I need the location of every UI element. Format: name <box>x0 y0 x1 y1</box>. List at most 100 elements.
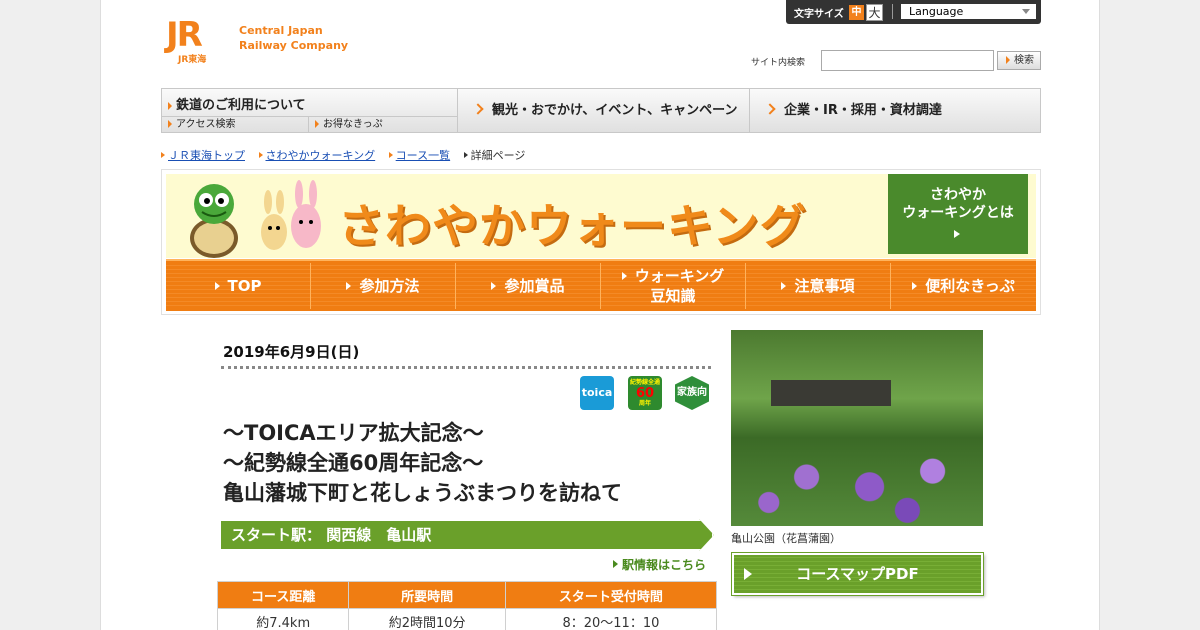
arrow-right-icon <box>315 120 319 128</box>
page: JR JR東海 Central Japan Railway Company 文字… <box>100 0 1100 630</box>
breadcrumb-link[interactable]: さわやかウォーキング <box>266 149 376 162</box>
walking-nav: TOP 参加方法 参加賞品 ウォーキング 豆知識 注意事項 便利なきっぷ <box>166 259 1036 311</box>
arrow-right-icon <box>388 152 393 158</box>
header-course-distance: コース距離 <box>216 581 350 609</box>
nav-rail-label: 鉄道のご利用について <box>176 98 306 113</box>
event-title-line-3: 亀山藩城下町と花しょうぶまつりを訪ねて <box>223 481 622 505</box>
breadcrumb-link[interactable]: コース一覧 <box>396 149 450 162</box>
site-search-label: サイト内検索 <box>751 58 806 68</box>
walking-nav-label-line1: ウォーキング <box>634 267 725 285</box>
mascot-characters-illustration <box>190 180 321 258</box>
dotted-divider <box>221 366 711 369</box>
breadcrumb-item[interactable]: さわやかウォーキング <box>258 149 376 162</box>
site-search-input[interactable] <box>821 50 994 71</box>
walking-nav-label: 便利なきっぷ <box>925 277 1015 295</box>
walking-nav-label: 注意事項 <box>794 277 855 295</box>
badge-60-number: 60 <box>635 386 655 401</box>
breadcrumb: ＪＲ東海トップ さわやかウォーキング コース一覧 詳細ページ <box>161 147 535 163</box>
arrow-right-icon <box>613 560 618 568</box>
station-info-link[interactable]: 駅情報はこちら <box>613 556 706 573</box>
font-size-large-button[interactable]: 大 <box>866 4 883 21</box>
table-header-row: コース距離 所要時間 スタート受付時間 <box>216 581 718 609</box>
company-line-1: Central Japan <box>239 24 323 37</box>
photo-building <box>771 380 891 406</box>
course-distance-value: 約7.4km <box>216 608 350 630</box>
walking-banner: さわやかウォーキング さわやか ウォーキングとは TOP 参加方法 参加賞品 ウ… <box>161 169 1041 315</box>
family-badge-icon: 家族向 <box>675 376 709 410</box>
chevron-down-icon <box>1022 9 1030 14</box>
breadcrumb-item[interactable]: コース一覧 <box>388 149 450 162</box>
arrow-right-icon <box>781 282 787 290</box>
duration-value: 約2時間10分 <box>348 608 506 630</box>
logo-company-name: Central Japan Railway Company <box>239 23 348 53</box>
walking-nav-tickets[interactable]: 便利なきっぷ <box>891 263 1036 309</box>
header-start-time: スタート受付時間 <box>504 581 718 609</box>
banner-title: さわやかウォーキング <box>338 199 807 253</box>
arrow-right-icon <box>744 568 752 580</box>
event-date: 2019年6月9日(日) <box>223 343 360 361</box>
font-size-label: 文字サイズ <box>794 9 844 20</box>
logo-jr-mark: JR <box>166 15 203 55</box>
kisei-line-60th-badge-icon: 紀勢線全通 60 周年 <box>628 376 662 410</box>
search-button[interactable]: 検索 <box>997 51 1041 70</box>
walking-nav-tips[interactable]: ウォーキング 豆知識 <box>601 263 746 309</box>
event-title: ～TOICAエリア拡大記念～ ～紀勢線全通60周年記念～ 亀山藩城下町と花しょう… <box>223 418 622 508</box>
photo-caption: 亀山公園（花菖蒲園） <box>731 532 841 545</box>
arrow-right-icon <box>1006 56 1010 64</box>
nav-tourism-label: 観光・おでかけ、イベント、キャンペーン <box>492 103 738 118</box>
start-station-bar: スタート駅： 関西線 亀山駅 <box>219 519 714 551</box>
nav-tickets-label: お得なきっぷ <box>323 119 383 130</box>
arrow-right-icon <box>912 282 918 290</box>
nav-access-search[interactable]: アクセス検索 <box>162 116 309 132</box>
arrow-right-icon <box>214 282 220 290</box>
course-info-table: コース距離 所要時間 スタート受付時間 約7.4km 約2時間10分 8：20～… <box>216 581 718 630</box>
arrow-right-icon <box>168 101 172 110</box>
global-nav: 鉄道のご利用について アクセス検索 お得なきっぷ 観光・おでかけ、イベント、キャ… <box>161 88 1041 133</box>
nav-discount-tickets[interactable]: お得なきっぷ <box>309 116 458 132</box>
nav-tourism[interactable]: 観光・おでかけ、イベント、キャンペーン <box>458 89 750 132</box>
chevron-right-icon <box>472 103 484 115</box>
about-line-2: ウォーキングとは <box>902 205 1014 221</box>
jr-central-logo[interactable]: JR JR東海 Central Japan Railway Company <box>166 15 356 65</box>
about-line-1: さわやか <box>930 187 986 203</box>
walking-nav-notes[interactable]: 注意事項 <box>746 263 891 309</box>
nav-rail-section: 鉄道のご利用について アクセス検索 お得なきっぷ <box>162 89 458 132</box>
station-info-label: 駅情報はこちら <box>622 558 707 572</box>
walking-nav-label-line2: 豆知識 <box>650 287 696 305</box>
header-duration: 所要時間 <box>348 581 506 609</box>
badge-60-bottom: 周年 <box>638 400 651 407</box>
arrow-right-icon <box>463 152 468 158</box>
logo-jr-tokai: JR東海 <box>178 55 207 65</box>
about-walking-button[interactable]: さわやか ウォーキングとは <box>888 174 1028 254</box>
arrow-right-icon <box>491 282 497 290</box>
walking-nav-prizes[interactable]: 参加賞品 <box>456 263 601 309</box>
arrow-right-icon <box>346 282 352 290</box>
walking-nav-top[interactable]: TOP <box>166 263 311 309</box>
breadcrumb-item[interactable]: ＪＲ東海トップ <box>161 149 245 162</box>
kameyama-park-photo <box>731 330 983 526</box>
nav-corporate[interactable]: 企業・IR・採用・資材調達 <box>750 89 1040 132</box>
language-select[interactable]: Language <box>901 4 1036 19</box>
nav-rail-info[interactable]: 鉄道のご利用について <box>168 94 306 113</box>
breadcrumb-current-label: 詳細ページ <box>470 149 526 162</box>
walking-nav-how-to-join[interactable]: 参加方法 <box>311 263 456 309</box>
arrow-right-icon <box>954 230 960 238</box>
course-map-pdf-button[interactable]: コースマップPDF <box>732 553 983 595</box>
walking-nav-label: ウォーキング <box>601 266 745 286</box>
banner-header: さわやかウォーキング さわやか ウォーキングとは <box>166 174 1036 258</box>
utility-bar: 文字サイズ 中 大 Language <box>786 0 1041 24</box>
arrow-right-icon <box>258 152 263 158</box>
company-line-2: Railway Company <box>239 39 349 52</box>
walking-nav-label: 参加賞品 <box>504 277 565 295</box>
breadcrumb-current: 詳細ページ <box>463 149 526 162</box>
divider <box>892 4 893 19</box>
nav-corporate-label: 企業・IR・採用・資材調達 <box>784 103 942 118</box>
font-size-medium-button[interactable]: 中 <box>849 5 864 20</box>
arrow-right-icon <box>168 120 172 128</box>
arrow-right-icon <box>161 152 165 158</box>
chevron-right-icon <box>764 103 776 115</box>
toica-badge-icon: toica <box>580 376 614 410</box>
breadcrumb-link[interactable]: ＪＲ東海トップ <box>168 149 245 162</box>
search-button-label: 検索 <box>1014 55 1034 66</box>
walking-nav-label: 参加方法 <box>359 277 420 295</box>
